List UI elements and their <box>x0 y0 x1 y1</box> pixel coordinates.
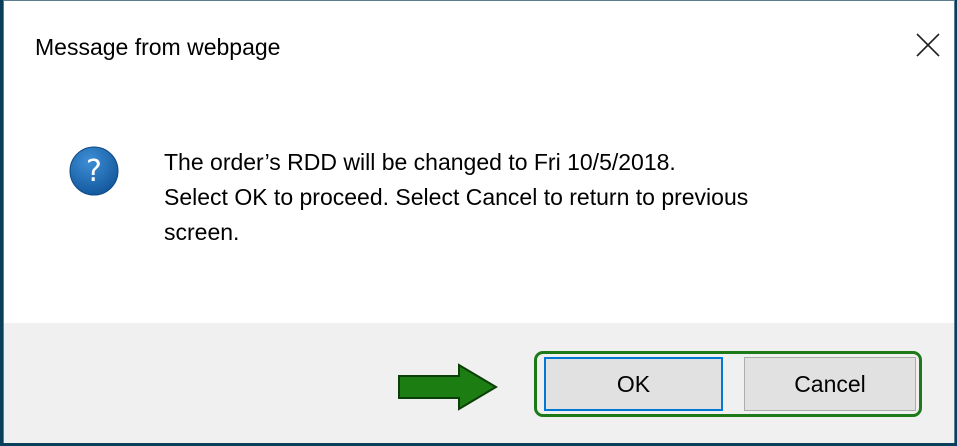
message-line: Select OK to proceed. Select Cancel to r… <box>164 184 749 210</box>
ok-button[interactable]: OK <box>544 357 723 411</box>
question-glyph: ? <box>86 154 102 189</box>
cancel-button[interactable]: Cancel <box>744 357 916 411</box>
close-icon <box>916 33 940 57</box>
dialog-message: The order’s RDD will be changed to Fri 1… <box>164 145 904 250</box>
message-dialog: Message from webpage ? The order’s RDD w… <box>3 0 955 443</box>
arrow-right-icon <box>398 363 498 411</box>
question-icon: ? <box>69 146 119 196</box>
dialog-body: ? The order’s RDD will be changed to Fri… <box>4 91 954 323</box>
dialog-titlebar: Message from webpage <box>4 1 954 91</box>
dialog-title: Message from webpage <box>35 34 281 60</box>
message-line: The order’s RDD will be changed to Fri 1… <box>164 149 676 175</box>
close-button[interactable] <box>908 23 948 67</box>
message-line: screen. <box>164 219 240 245</box>
dialog-button-bar: OK Cancel <box>4 323 954 443</box>
